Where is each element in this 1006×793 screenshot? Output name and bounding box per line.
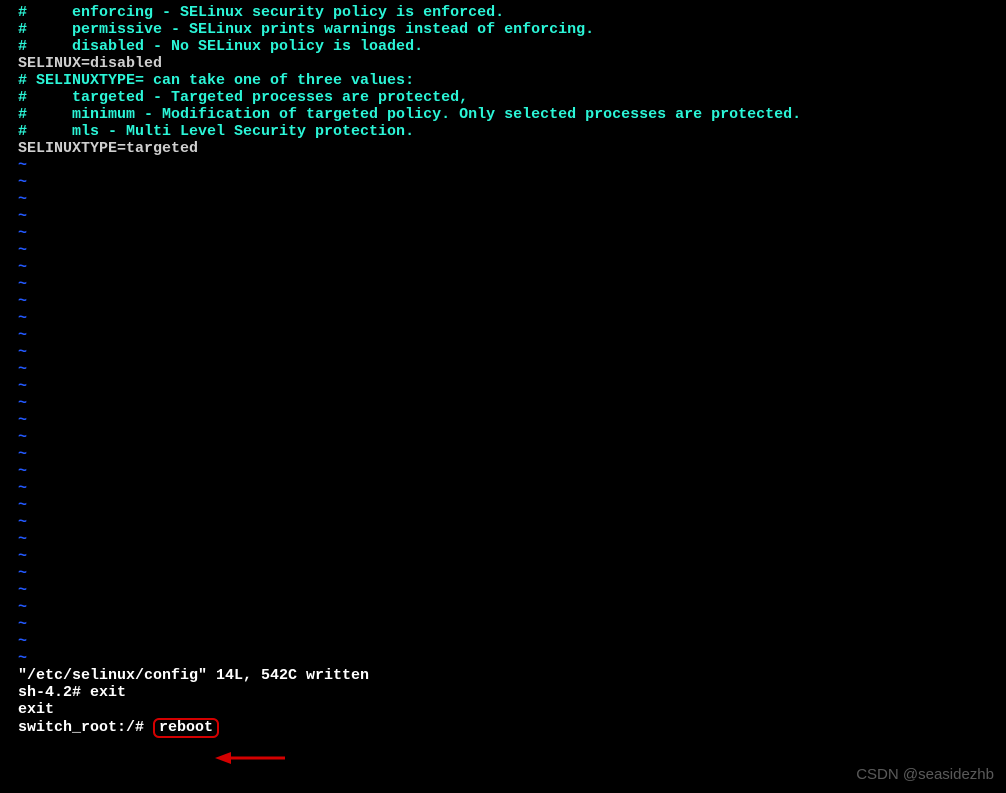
vi-tilde: ~ <box>18 225 27 242</box>
vi-tilde: ~ <box>18 480 27 497</box>
vi-tilde: ~ <box>18 208 27 225</box>
vi-tilde: ~ <box>18 616 27 633</box>
shell-output: exit <box>18 701 54 718</box>
vi-tilde: ~ <box>18 582 27 599</box>
vi-tilde: ~ <box>18 344 27 361</box>
config-line: # permissive - SELinux prints warnings i… <box>18 21 594 38</box>
vi-tilde: ~ <box>18 565 27 582</box>
config-line: # mls - Multi Level Security protection. <box>18 123 414 140</box>
shell-command[interactable]: exit <box>90 684 126 701</box>
vi-tilde: ~ <box>18 378 27 395</box>
config-line: # disabled - No SELinux policy is loaded… <box>18 38 423 55</box>
vi-tilde: ~ <box>18 361 27 378</box>
vi-tilde: ~ <box>18 650 27 667</box>
vi-tilde: ~ <box>18 463 27 480</box>
config-line: # enforcing - SELinux security policy is… <box>18 4 504 21</box>
vi-tilde: ~ <box>18 446 27 463</box>
vi-tilde: ~ <box>18 276 27 293</box>
shell-prompt: switch_root:/# <box>18 719 153 736</box>
vi-tilde: ~ <box>18 310 27 327</box>
vi-tilde: ~ <box>18 497 27 514</box>
vi-tilde: ~ <box>18 514 27 531</box>
config-line: # SELINUXTYPE= can take one of three val… <box>18 72 414 89</box>
shell-prompt: sh-4.2# <box>18 684 90 701</box>
watermark-text: CSDN @seasidezhb <box>856 766 994 783</box>
vi-status-line: "/etc/selinux/config" 14L, 542C written <box>18 667 369 684</box>
annotation-arrow-icon <box>215 748 285 768</box>
vi-tilde: ~ <box>18 599 27 616</box>
vi-tilde: ~ <box>18 157 27 174</box>
vi-tilde: ~ <box>18 174 27 191</box>
vi-tilde: ~ <box>18 191 27 208</box>
config-file-body: # enforcing - SELinux security policy is… <box>18 4 1006 157</box>
vi-tilde: ~ <box>18 395 27 412</box>
config-line: SELINUXTYPE=targeted <box>18 140 198 157</box>
vi-tilde: ~ <box>18 293 27 310</box>
vi-tilde: ~ <box>18 412 27 429</box>
vi-tilde: ~ <box>18 327 27 344</box>
vi-tilde: ~ <box>18 633 27 650</box>
vi-tilde: ~ <box>18 242 27 259</box>
config-line: # targeted - Targeted processes are prot… <box>18 89 468 106</box>
reboot-command-highlight[interactable]: reboot <box>153 718 219 738</box>
config-line: SELINUX=disabled <box>18 55 162 72</box>
config-line: # minimum - Modification of targeted pol… <box>18 106 801 123</box>
vi-tilde: ~ <box>18 531 27 548</box>
vi-tilde: ~ <box>18 259 27 276</box>
terminal-window[interactable]: # enforcing - SELinux security policy is… <box>0 0 1006 793</box>
vi-tilde: ~ <box>18 429 27 446</box>
vi-empty-lines: ~~~~~~~~~~~~~~~~~~~~~~~~~~~~~~ <box>18 157 1006 667</box>
vi-tilde: ~ <box>18 548 27 565</box>
